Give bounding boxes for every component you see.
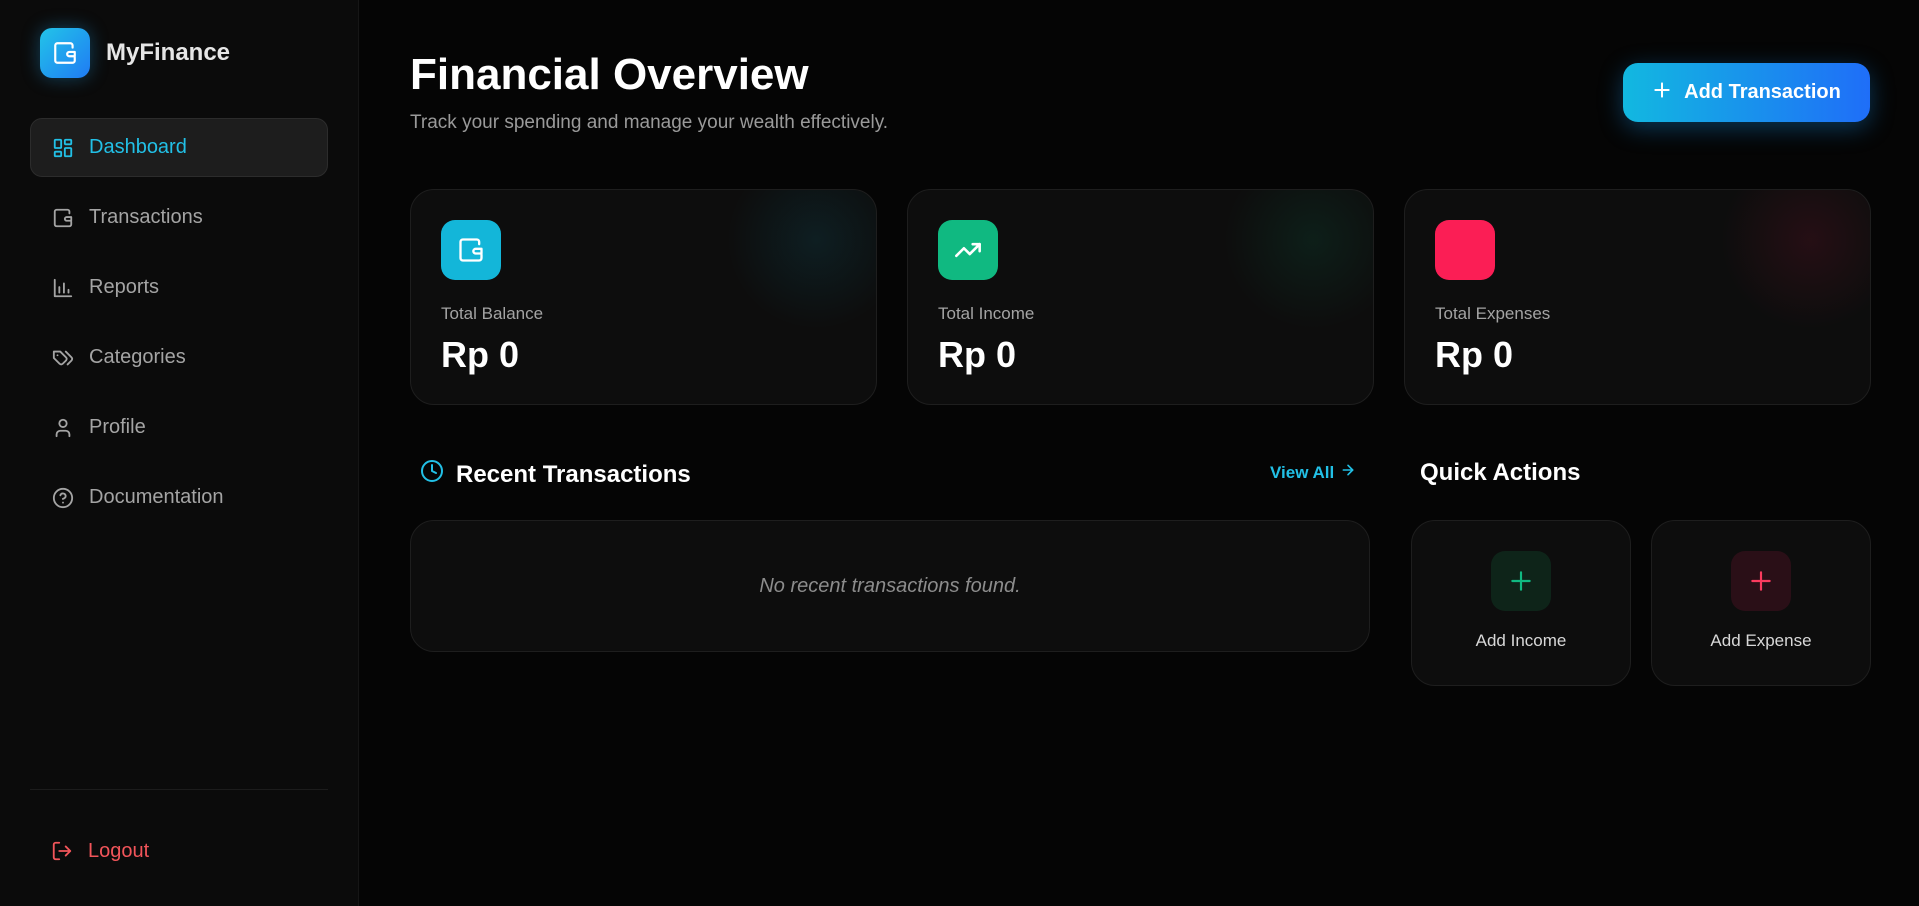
- sidebar-item-label: Reports: [89, 276, 160, 298]
- trending-up-icon: [938, 220, 998, 280]
- sidebar-item-transactions[interactable]: Transactions: [30, 188, 328, 247]
- app-root: MyFinance Dashboard Transactions Reports…: [0, 0, 1919, 906]
- brand-name: MyFinance: [106, 39, 231, 66]
- total-income-card: Total Income Rp 0: [907, 189, 1374, 405]
- brand[interactable]: MyFinance: [40, 28, 328, 78]
- page-title: Financial Overview: [410, 50, 809, 99]
- view-all-link[interactable]: View All: [1270, 462, 1356, 483]
- add-transaction-label: Add Transaction: [1684, 81, 1841, 103]
- sidebar-item-label: Profile: [89, 416, 146, 438]
- sidebar-item-label: Transactions: [89, 206, 203, 228]
- stat-cards: Total Balance Rp 0 Total Income Rp 0 Tot…: [410, 189, 1871, 405]
- main-content: Financial Overview Track your spending a…: [359, 0, 1919, 906]
- help-circle-icon: [51, 486, 75, 510]
- sidebar-item-profile[interactable]: Profile: [30, 398, 328, 457]
- wallet-icon: [40, 28, 90, 78]
- quick-actions-heading: Quick Actions: [1420, 459, 1580, 487]
- add-transaction-button[interactable]: Add Transaction: [1623, 63, 1870, 122]
- stat-value: Rp 0: [441, 334, 520, 375]
- bar-chart-icon: [51, 276, 75, 300]
- sidebar-item-label: Documentation: [89, 486, 224, 508]
- plus-icon: [1731, 551, 1791, 611]
- sidebar-item-categories[interactable]: Categories: [30, 328, 328, 387]
- layout-grid-icon: [51, 136, 75, 160]
- tags-icon: [51, 346, 75, 370]
- arrow-right-icon: [1340, 462, 1356, 483]
- sidebar-item-dashboard[interactable]: Dashboard: [30, 118, 328, 177]
- sidebar-item-reports[interactable]: Reports: [30, 258, 328, 317]
- logout-icon: [50, 839, 74, 863]
- view-all-label: View All: [1270, 462, 1335, 482]
- total-balance-card: Total Balance Rp 0: [410, 189, 877, 405]
- sidebar-item-documentation[interactable]: Documentation: [30, 468, 328, 527]
- recent-transactions-list: No recent transactions found.: [410, 520, 1370, 652]
- recent-transactions-heading: Recent Transactions: [420, 459, 691, 490]
- wallet-icon: [441, 220, 501, 280]
- logout-button[interactable]: Logout: [30, 821, 329, 881]
- trending-down-icon: [1435, 220, 1495, 280]
- plus-icon: [1491, 551, 1551, 611]
- sidebar-item-label: Categories: [89, 346, 186, 368]
- add-income-button[interactable]: Add Income: [1411, 520, 1631, 686]
- page-subtitle: Track your spending and manage your weal…: [410, 112, 889, 133]
- quick-action-label: Add Income: [1475, 631, 1567, 650]
- sidebar-divider: [30, 789, 328, 790]
- wallet-icon: [51, 206, 75, 230]
- sidebar-item-label: Dashboard: [89, 136, 187, 158]
- plus-icon: [1652, 80, 1672, 106]
- quick-action-label: Add Expense: [1710, 631, 1812, 650]
- user-icon: [51, 416, 75, 440]
- add-expense-button[interactable]: Add Expense: [1651, 520, 1871, 686]
- stat-value: Rp 0: [938, 334, 1017, 375]
- empty-state-text: No recent transactions found.: [759, 574, 1021, 597]
- quick-actions-title: Quick Actions: [1420, 459, 1581, 486]
- total-expenses-card: Total Expenses Rp 0: [1404, 189, 1871, 405]
- stat-value: Rp 0: [1435, 334, 1514, 375]
- clock-icon: [420, 459, 444, 490]
- sidebar: MyFinance Dashboard Transactions Reports…: [0, 0, 359, 906]
- sidebar-nav: Dashboard Transactions Reports Categorie…: [30, 118, 328, 527]
- logout-label: Logout: [88, 839, 150, 862]
- recent-transactions-title: Recent Transactions: [456, 460, 691, 488]
